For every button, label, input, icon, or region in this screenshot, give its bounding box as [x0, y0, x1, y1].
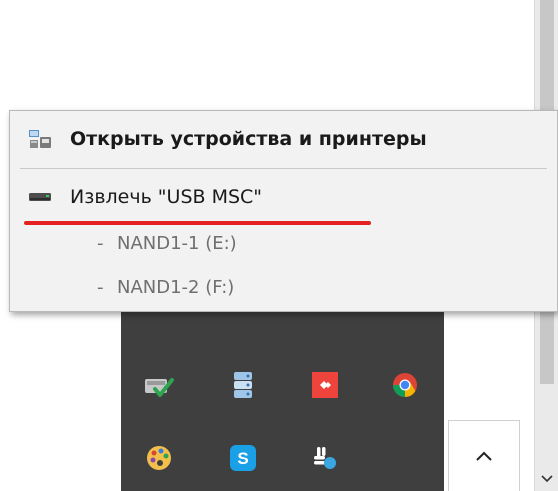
chevron-down-icon — [541, 475, 553, 483]
sub-item-label: NAND1-1 (E:) — [117, 232, 237, 254]
sub-item-dash: - — [97, 276, 104, 298]
partial-text: nse — [0, 0, 46, 2]
menu-item-open-devices[interactable]: Открыть устройства и принтеры — [10, 117, 557, 161]
menu-item-eject-usb[interactable]: Извлечь "USB MSC" — [10, 175, 557, 219]
safely-remove-hardware-icon[interactable] — [141, 367, 177, 403]
paint-palette-icon[interactable] — [141, 440, 177, 476]
svg-text:S: S — [237, 449, 248, 468]
scroll-down-button[interactable] — [535, 467, 558, 491]
sub-item-label: NAND1-2 (F:) — [117, 276, 235, 298]
show-hidden-icons-button[interactable] — [448, 420, 520, 491]
menu-item-label: Извлечь "USB MSC" — [70, 186, 263, 208]
skype-icon[interactable]: S — [225, 440, 261, 476]
screen: nse — [0, 0, 558, 491]
usb-drive-icon — [10, 175, 70, 219]
tray-overflow-panel: S — [121, 295, 444, 491]
sub-item-nand1-1: - NAND1-1 (E:) — [10, 223, 557, 263]
network-drive-icon[interactable] — [225, 367, 261, 403]
chevron-up-icon — [476, 451, 492, 461]
chrome-icon[interactable] — [387, 367, 423, 403]
devices-printers-icon — [10, 117, 70, 161]
menu-separator — [20, 168, 547, 169]
anydesk-icon[interactable] — [307, 367, 343, 403]
slack-icon[interactable] — [307, 440, 343, 476]
sub-item-nand1-2: - NAND1-2 (F:) — [10, 267, 557, 307]
sub-item-dash: - — [97, 232, 104, 254]
context-menu: Открыть устройства и принтеры Извлечь "U… — [9, 110, 558, 312]
menu-item-label: Открыть устройства и принтеры — [70, 128, 427, 150]
highlight-underline — [24, 221, 371, 225]
